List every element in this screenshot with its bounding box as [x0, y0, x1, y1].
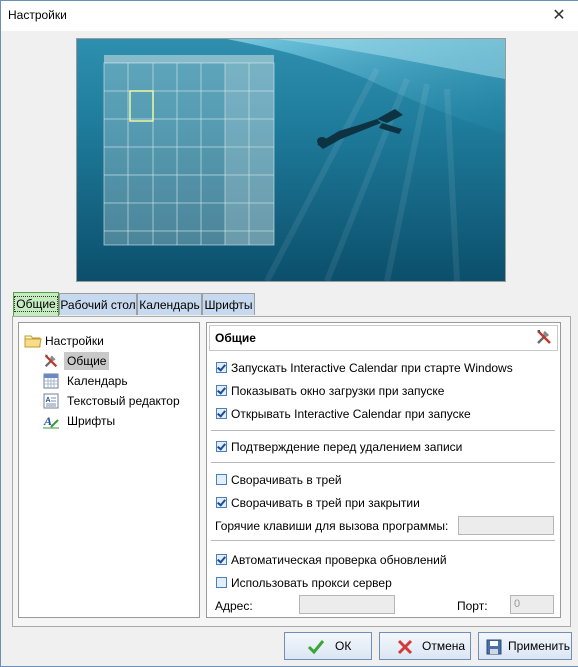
text-editor-icon: A: [42, 393, 60, 409]
option-confirm-delete-checkbox[interactable]: [216, 441, 227, 452]
calendar-icon: [42, 373, 60, 389]
apply-button[interactable]: Применить: [478, 632, 572, 660]
port-field[interactable]: 0: [510, 595, 554, 614]
tools-icon: [535, 328, 553, 346]
option-use-proxy-checkbox[interactable]: [216, 577, 227, 588]
option-tray-on-close-checkbox[interactable]: [216, 497, 227, 508]
window-title: Настройки: [8, 8, 67, 22]
ok-button-label: ОК: [335, 639, 351, 653]
separator: [211, 430, 555, 431]
title-bar: Настройки ✕: [1, 1, 578, 31]
cancel-button[interactable]: Отмена: [379, 632, 471, 660]
apply-button-label: Применить: [508, 639, 570, 653]
option-minimize-to-tray-checkbox[interactable]: [216, 474, 227, 485]
settings-window: Настройки ✕ Общие Рабочий стол Календарь…: [0, 0, 578, 667]
option-open-on-start-checkbox[interactable]: [216, 408, 227, 419]
option-open-on-start-label: Открывать Interactive Calendar при запус…: [231, 406, 471, 422]
option-use-proxy-label: Использовать прокси сервер: [231, 575, 392, 591]
font-icon: A: [42, 413, 60, 429]
tab-panel: Настройки Общие Календарь A Текстовый ре…: [12, 316, 571, 627]
tab-fonts[interactable]: Шрифты: [202, 293, 255, 315]
option-auto-update-checkbox[interactable]: [216, 554, 227, 565]
option-auto-update-label: Автоматическая проверка обновлений: [231, 552, 447, 568]
cross-icon: [396, 638, 414, 656]
settings-header: Общие: [209, 325, 558, 351]
option-confirm-delete-label: Подтверждение перед удалением записи: [231, 439, 462, 455]
svg-text:A: A: [43, 414, 52, 428]
folder-icon: [24, 333, 42, 349]
settings-header-title: Общие: [215, 331, 256, 345]
tab-general[interactable]: Общие: [13, 292, 59, 317]
svg-text:A: A: [46, 397, 51, 404]
option-tray-on-close-label: Сворачивать в трей при закрытии: [231, 495, 420, 511]
option-splash-checkbox[interactable]: [216, 385, 227, 396]
general-settings: Общие Запускать Interactive Calendar при…: [206, 322, 561, 618]
tree-item-text-editor-label: Текстовый редактор: [64, 392, 183, 410]
hotkey-label: Горячие клавиши для вызова программы:: [215, 519, 448, 533]
save-icon: [485, 638, 503, 656]
option-splash-label: Показывать окно загрузки при запуске: [231, 383, 444, 399]
port-label: Порт:: [457, 599, 488, 613]
cancel-button-label: Отмена: [422, 639, 465, 653]
separator: [211, 540, 555, 541]
wallpaper-preview: [76, 38, 506, 282]
option-autostart-checkbox[interactable]: [216, 362, 227, 373]
ok-button[interactable]: ОК: [284, 632, 372, 660]
tab-general-label: Общие: [14, 296, 57, 312]
settings-tree: Настройки Общие Календарь A Текстовый ре…: [18, 322, 200, 618]
tree-root-label: Настройки: [42, 332, 107, 350]
tab-calendar[interactable]: Календарь: [137, 293, 202, 315]
tab-desktop[interactable]: Рабочий стол: [59, 293, 137, 315]
option-minimize-to-tray-label: Сворачивать в трей: [231, 472, 342, 488]
option-autostart-label: Запускать Interactive Calendar при старт…: [231, 360, 513, 376]
tree-item-calendar-label: Календарь: [64, 372, 131, 390]
address-label: Адрес:: [215, 599, 253, 613]
separator: [211, 462, 555, 463]
underwater-preview-image: [77, 39, 505, 281]
close-icon[interactable]: ✕: [548, 5, 570, 27]
hotkey-field[interactable]: [458, 516, 554, 535]
tree-item-general-label: Общие: [64, 352, 109, 370]
tools-icon: [42, 353, 60, 369]
tree-item-fonts-label: Шрифты: [64, 412, 118, 430]
check-icon: [307, 638, 325, 656]
address-field[interactable]: [299, 595, 395, 614]
